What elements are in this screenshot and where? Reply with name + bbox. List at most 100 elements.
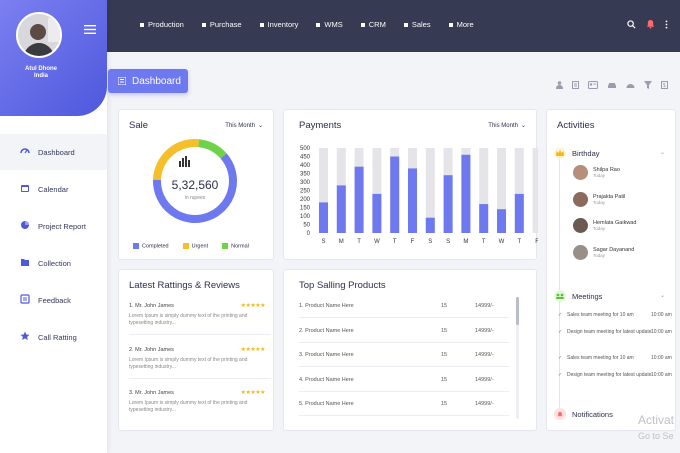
nav-bullet-icon: [403, 22, 408, 27]
bell-icon[interactable]: [646, 19, 655, 29]
sidebar-item-label: Project Report: [38, 221, 86, 231]
nav-item-more[interactable]: More: [448, 20, 474, 29]
payment-bar[interactable]: [354, 166, 364, 233]
meetings-icon: [554, 290, 566, 302]
y-tick-label: 400: [300, 163, 311, 169]
sidebar-item-collection[interactable]: Collection: [0, 245, 107, 281]
birthday-item[interactable]: Prajakta Patil Today: [573, 191, 625, 207]
payment-bar[interactable]: [497, 209, 506, 233]
payment-bar[interactable]: [425, 217, 435, 233]
speedometer-icon[interactable]: [626, 76, 635, 94]
legend-item-normal: Normal: [222, 242, 249, 249]
notifications-label: Notifications: [572, 409, 613, 419]
meeting-time: 10:00 am: [651, 329, 672, 335]
sidebar-item-call-ratting[interactable]: Call Ratting: [0, 319, 107, 355]
car-icon[interactable]: [607, 76, 617, 94]
nav-item-wms[interactable]: WMS: [316, 20, 343, 29]
meeting-item[interactable]: Sales team meeting for 10 am: [558, 312, 663, 319]
chevron-down-icon[interactable]: ⌄: [660, 149, 665, 156]
payment-bar[interactable]: [319, 202, 328, 233]
payment-bar[interactable]: [408, 168, 417, 233]
chevron-down-icon[interactable]: ⌄: [660, 292, 665, 299]
payment-bar[interactable]: [336, 185, 346, 233]
payment-bar[interactable]: [514, 193, 524, 233]
x-tick-label: F: [411, 239, 415, 245]
bar-chart-icon: [179, 154, 190, 172]
nav-item-inventory[interactable]: Inventory: [259, 20, 298, 29]
y-tick-label: 250: [300, 189, 311, 195]
nav-item-production[interactable]: Production: [140, 20, 184, 29]
avatar[interactable]: [16, 12, 62, 58]
sale-amount: 5,32,560: [171, 178, 219, 192]
sidebar-item-dashboard[interactable]: Dashboard: [0, 134, 107, 170]
product-qty: 15: [441, 303, 448, 309]
birthday-section-header[interactable]: Birthday: [554, 147, 600, 159]
birthday-text: Shilpa Rao Today: [593, 167, 620, 178]
meeting-item[interactable]: Design team meeting for latest update: [558, 372, 663, 379]
meetings-section-header[interactable]: Meetings: [554, 290, 602, 302]
payment-bar[interactable]: [372, 193, 382, 233]
filter-icon[interactable]: [644, 76, 652, 94]
document-icon[interactable]: [572, 76, 579, 94]
meeting-item[interactable]: Sales team meeting for 10 am: [558, 355, 663, 362]
birthday-text: Prajakta Patil Today: [593, 194, 625, 205]
product-row[interactable]: 2. Product Name Here 15 14999/-: [299, 328, 504, 334]
payments-bar-chart: 0 50 100 150 200 250 300 350 400 450 500 S M T W T F S S M T…: [300, 146, 538, 245]
sale-title: Sale: [129, 120, 149, 131]
product-row[interactable]: 4. Product Name Here 15 14999/-: [299, 377, 504, 383]
nav-item-crm[interactable]: CRM: [360, 20, 386, 29]
dashboard-button[interactable]: Dashboard: [108, 69, 188, 93]
nav-bullet-icon: [201, 22, 206, 27]
product-row[interactable]: 1. Product Name Here 15 14999/-: [299, 303, 504, 309]
review-item: 2. Mr. John James ★★★★★ Lorem Ipsum is sim…: [129, 347, 266, 371]
nav-item-purchase[interactable]: Purchase: [201, 20, 242, 29]
divider: [129, 378, 271, 379]
payment-bar[interactable]: [461, 154, 471, 233]
reviews-title: Latest Rattings & Reviews: [129, 280, 240, 291]
products-scrollbar-thumb[interactable]: [516, 297, 519, 325]
product-row[interactable]: 5. Product Name Here 15 14999/-: [299, 401, 504, 407]
payment-bar[interactable]: [390, 156, 400, 234]
reviews-card: Latest Rattings & Reviews 1. Mr. John Ja…: [118, 269, 274, 431]
feedback-icon: [20, 294, 30, 306]
birthday-text: Sagar Dayanand Today: [593, 247, 634, 258]
divider: [299, 390, 509, 392]
search-icon[interactable]: [627, 19, 636, 29]
sidebar-item-calendar[interactable]: Calendar: [0, 171, 107, 207]
invoice-icon[interactable]: $: [661, 76, 668, 94]
nav-bullet-icon: [140, 22, 144, 27]
id-card-icon[interactable]: [588, 76, 598, 94]
payment-bar[interactable]: [479, 204, 489, 233]
timeline-line: [559, 155, 560, 420]
product-row[interactable]: 3. Product Name Here 15 14999/-: [299, 352, 504, 358]
svg-text:$: $: [663, 83, 666, 89]
birthday-item[interactable]: Sagar Dayanand Today: [573, 244, 634, 260]
nav-bullet-icon: [259, 22, 264, 27]
birthday-item[interactable]: Shilpa Rao Today: [573, 165, 620, 180]
sidebar-item-feedback[interactable]: Feedback: [0, 282, 107, 318]
birthday-item[interactable]: Hemlata Gaikwad Today: [573, 218, 636, 233]
birthday-date: Today: [593, 199, 606, 205]
folder-icon: [20, 257, 30, 269]
review-item: 3. Mr. John James ★★★★★ Lorem Ipsum is sim…: [129, 390, 266, 414]
y-tick-label: 100: [300, 214, 311, 220]
notifications-section-header[interactable]: Notifications: [554, 408, 613, 420]
x-tick-label: T: [393, 239, 397, 245]
sidebar-item-project-report[interactable]: Project Report: [0, 208, 107, 244]
more-vertical-icon[interactable]: [665, 19, 668, 29]
x-tick-label: F: [535, 239, 538, 245]
sale-filter-dropdown[interactable]: This Month ⌄: [225, 122, 263, 130]
birthday-date: Today: [593, 252, 606, 258]
bar-background: [532, 148, 538, 233]
meeting-item[interactable]: Design team meeting for latest update: [558, 329, 663, 336]
x-tick-label: W: [499, 239, 505, 245]
user-icon[interactable]: [556, 76, 563, 94]
star-rating: ★★★★★: [240, 347, 266, 353]
legend-item-urgent: Urgent: [182, 242, 208, 249]
hamburger-menu-icon[interactable]: [84, 21, 96, 39]
nav-item-sales[interactable]: Sales: [403, 20, 431, 29]
pie-chart-icon: [20, 220, 30, 232]
divider: [299, 341, 509, 343]
nav-item-label: CRM: [368, 20, 386, 29]
payment-bar[interactable]: [443, 175, 453, 233]
